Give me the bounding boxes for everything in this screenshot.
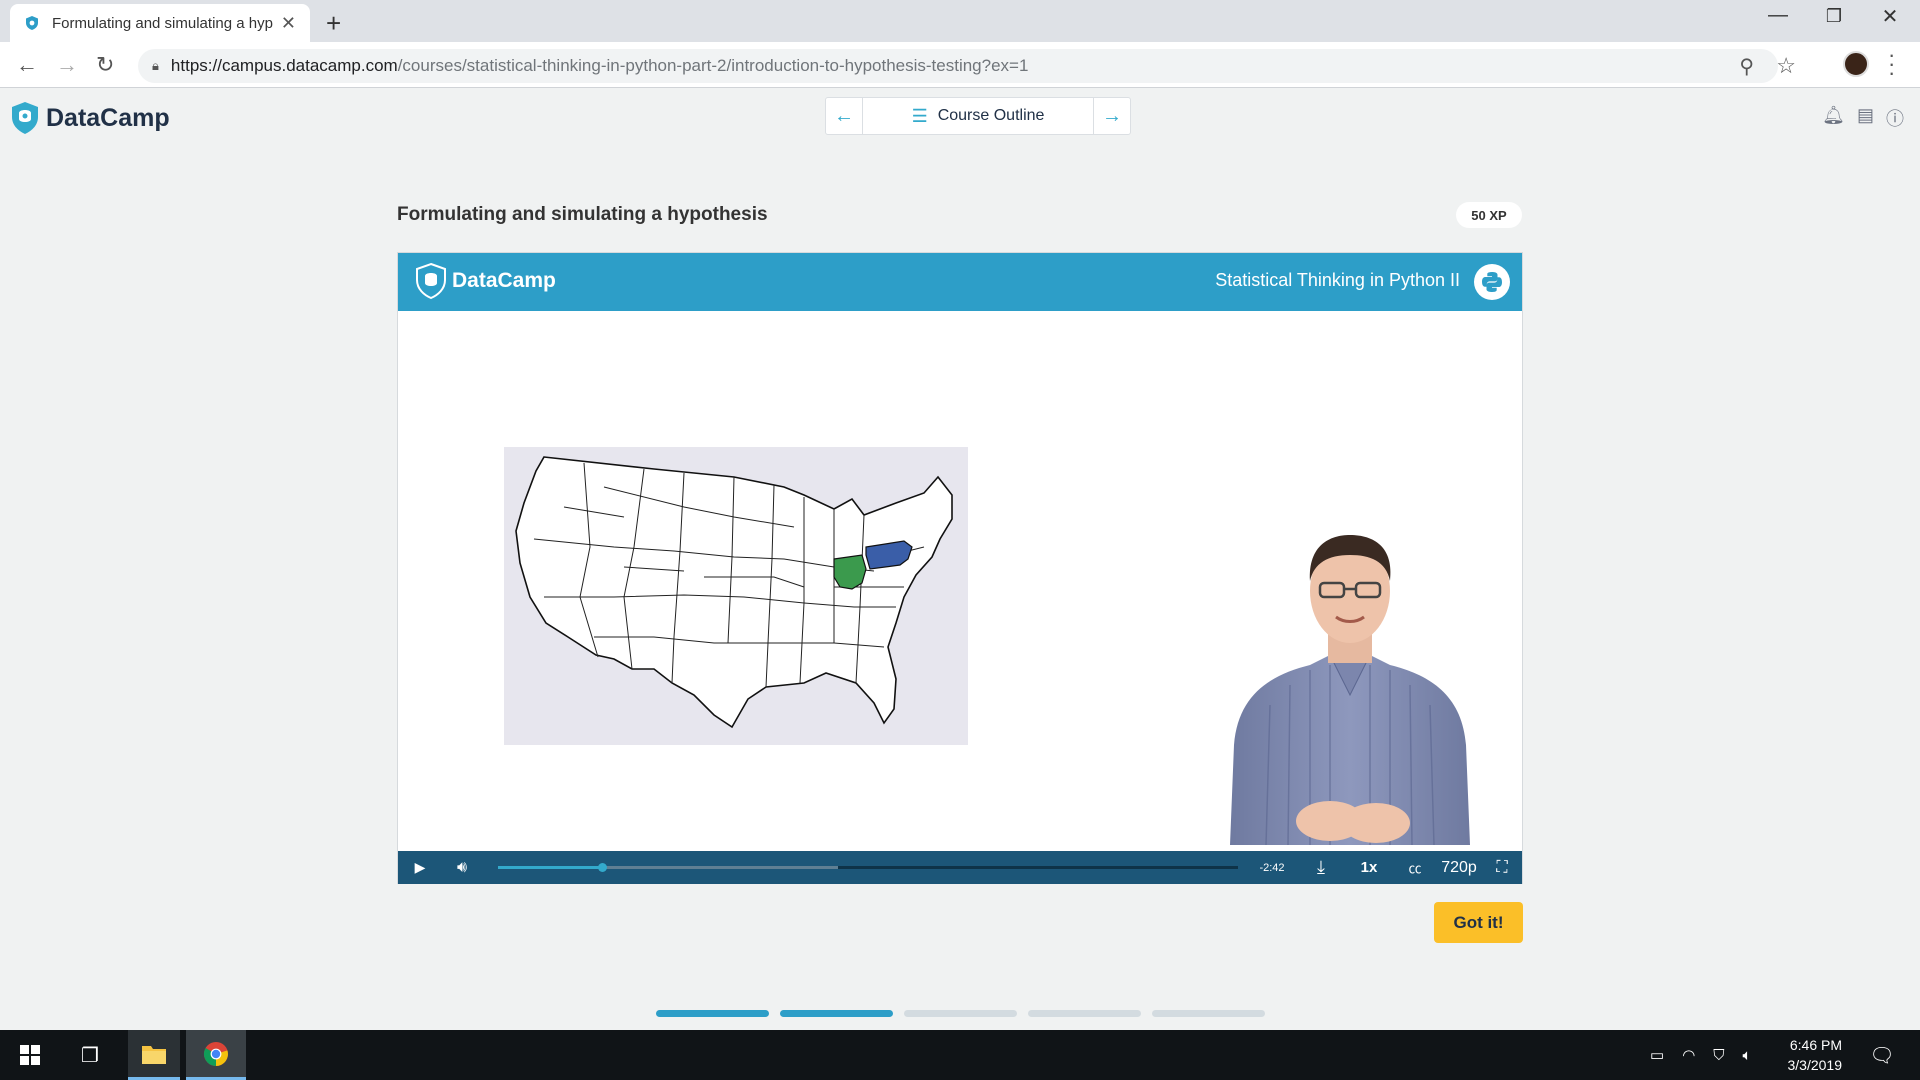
clock-time: 6:46 PM bbox=[1789, 1037, 1842, 1053]
step-segment bbox=[656, 1010, 769, 1017]
play-button[interactable]: ▶ bbox=[406, 851, 434, 884]
speaker-icon[interactable]: 🔈︎ bbox=[1743, 1047, 1752, 1064]
progress-knob[interactable] bbox=[597, 863, 607, 872]
taskbar-clock[interactable]: 6:46 PM 3/3/2019 bbox=[1788, 1035, 1843, 1075]
clock-date: 3/3/2019 bbox=[1787, 1057, 1843, 1073]
task-view-icon: ❐ bbox=[81, 1044, 99, 1067]
profile-avatar[interactable] bbox=[1843, 51, 1869, 77]
arrow-right-icon: → bbox=[1102, 104, 1122, 127]
slides-pdf-icon[interactable]: ▤ bbox=[1857, 105, 1874, 131]
volume-button[interactable]: 🔊︎ bbox=[448, 851, 476, 884]
window-close-icon[interactable]: ✕ bbox=[1862, 4, 1918, 29]
url-path: /courses/statistical-thinking-in-python-… bbox=[397, 56, 1029, 75]
course-outline-label: Course Outline bbox=[937, 107, 1045, 124]
step-segment bbox=[1152, 1010, 1265, 1017]
quality-button[interactable]: 720p bbox=[1436, 851, 1482, 884]
reload-icon[interactable]: ↻ bbox=[96, 52, 114, 78]
browser-menu-icon[interactable]: · · · bbox=[1888, 44, 1895, 84]
video-brand-logo: DataCamp bbox=[414, 262, 556, 300]
video-progress-bar[interactable] bbox=[498, 863, 1238, 872]
step-segment bbox=[904, 1010, 1017, 1017]
fullscreen-button[interactable]: ⛶ bbox=[1488, 851, 1516, 884]
exercise-step-progress bbox=[656, 1010, 1265, 1017]
lock-icon: 🔒︎ bbox=[152, 58, 159, 73]
report-issue-icon[interactable]: ⓘ bbox=[1886, 105, 1904, 131]
folder-icon bbox=[142, 1045, 166, 1064]
progress-played bbox=[498, 866, 602, 869]
address-toolbar: ← → ↻ 🔒︎ https://campus.datacamp.com/cou… bbox=[0, 42, 1920, 88]
url-text[interactable]: https://campus.datacamp.com/courses/stat… bbox=[171, 56, 1029, 76]
url-bar[interactable]: 🔒︎ https://campus.datacamp.com/courses/s… bbox=[138, 49, 1796, 83]
action-center-button[interactable]: 🗨︎ bbox=[1862, 1030, 1902, 1080]
download-icon: ⤓ bbox=[1317, 857, 1325, 877]
video-controls: ▶ 🔊︎ -2:42 ⤓ 1x ㏄ 720p ⛶ bbox=[398, 851, 1522, 884]
header-icons: 🔔︎ ▤ ⓘ bbox=[1822, 105, 1904, 131]
course-outline-nav: ← ☰ Course Outline → bbox=[825, 97, 1131, 135]
step-segment bbox=[1028, 1010, 1141, 1017]
chrome-icon bbox=[203, 1041, 228, 1066]
task-view-button[interactable]: ❐ bbox=[68, 1030, 112, 1080]
previous-exercise-button[interactable]: ← bbox=[826, 98, 862, 134]
speed-button[interactable]: 1x bbox=[1352, 851, 1386, 884]
video-header: DataCamp Statistical Thinking in Python … bbox=[398, 253, 1522, 311]
video-brand-text: DataCamp bbox=[452, 269, 556, 292]
course-outline-button[interactable]: ☰ Course Outline bbox=[862, 98, 1094, 134]
notifications-icon: 🗨︎ bbox=[1869, 1044, 1895, 1067]
ohio-state bbox=[833, 554, 867, 590]
xp-badge: 50 XP bbox=[1456, 202, 1522, 228]
page-header: DataCamp ← ☰ Course Outline → 🔔︎ ▤ ⓘ bbox=[0, 89, 1920, 145]
exercise-title: Formulating and simulating a hypothesis bbox=[397, 204, 768, 225]
browser-tab[interactable]: Formulating and simulating a hyp ✕ bbox=[10, 4, 310, 42]
start-button[interactable] bbox=[8, 1030, 52, 1080]
time-remaining: -2:42 bbox=[1259, 861, 1285, 874]
play-icon: ▶ bbox=[414, 859, 426, 875]
back-icon[interactable]: ← bbox=[16, 52, 38, 78]
url-host: https://campus.datacamp.com bbox=[170, 56, 398, 75]
volume-icon: 🔊︎ bbox=[456, 858, 468, 876]
datacamp-shield-icon bbox=[12, 102, 38, 134]
notification-bell-icon[interactable]: 🔔︎ bbox=[1822, 105, 1845, 131]
wifi-icon[interactable]: ◠ bbox=[1682, 1046, 1695, 1064]
battery-icon[interactable]: ▭ bbox=[1650, 1046, 1664, 1064]
security-shield-icon[interactable]: ⛉ bbox=[1713, 1047, 1724, 1064]
got-it-button[interactable]: Got it! bbox=[1434, 902, 1523, 943]
browser-tab-strip: Formulating and simulating a hyp ✕ + — ❐… bbox=[0, 0, 1920, 42]
datacamp-favicon-icon bbox=[26, 16, 38, 30]
captions-button[interactable]: ㏄ bbox=[1400, 851, 1430, 884]
restore-icon[interactable]: ❐ bbox=[1806, 6, 1862, 27]
forward-icon[interactable]: → bbox=[56, 52, 78, 78]
minimize-icon[interactable]: — bbox=[1750, 4, 1806, 27]
file-explorer-button[interactable] bbox=[128, 1030, 180, 1080]
python-logo-icon bbox=[1474, 264, 1510, 300]
windows-logo-icon bbox=[20, 1045, 40, 1065]
arrow-left-icon: ← bbox=[834, 104, 854, 127]
video-player[interactable]: DataCamp Statistical Thinking in Python … bbox=[397, 252, 1523, 884]
bookmark-star-icon[interactable]: ☆ bbox=[1776, 53, 1796, 79]
logo-text: DataCamp bbox=[46, 103, 170, 132]
presenter-video-frame bbox=[1230, 535, 1470, 845]
tab-close-icon[interactable]: ✕ bbox=[281, 13, 296, 34]
tab-title: Formulating and simulating a hyp bbox=[52, 14, 273, 32]
us-map-figure bbox=[504, 447, 968, 745]
captions-icon: ㏄ bbox=[1408, 861, 1422, 876]
hamburger-icon: ☰ bbox=[911, 105, 928, 126]
next-exercise-button[interactable]: → bbox=[1094, 98, 1130, 134]
zoom-icon[interactable]: ⚲ bbox=[1739, 54, 1754, 79]
new-tab-icon[interactable]: + bbox=[326, 8, 341, 39]
datacamp-logo[interactable]: DataCamp bbox=[10, 101, 170, 135]
download-button[interactable]: ⤓ bbox=[1306, 851, 1336, 884]
datacamp-shield-outline-icon bbox=[416, 262, 446, 300]
system-tray: ▭ ◠ ⛉ 🔈︎ bbox=[1650, 1030, 1752, 1080]
windows-taskbar: ❐ ▭ ◠ ⛉ 🔈︎ 6:46 PM 3/3/2019 🗨︎ bbox=[0, 1030, 1920, 1080]
fullscreen-icon: ⛶ bbox=[1496, 858, 1508, 876]
chrome-taskbar-button[interactable] bbox=[186, 1030, 246, 1080]
video-course-title: Statistical Thinking in Python II bbox=[1215, 270, 1460, 290]
step-segment bbox=[780, 1010, 893, 1017]
